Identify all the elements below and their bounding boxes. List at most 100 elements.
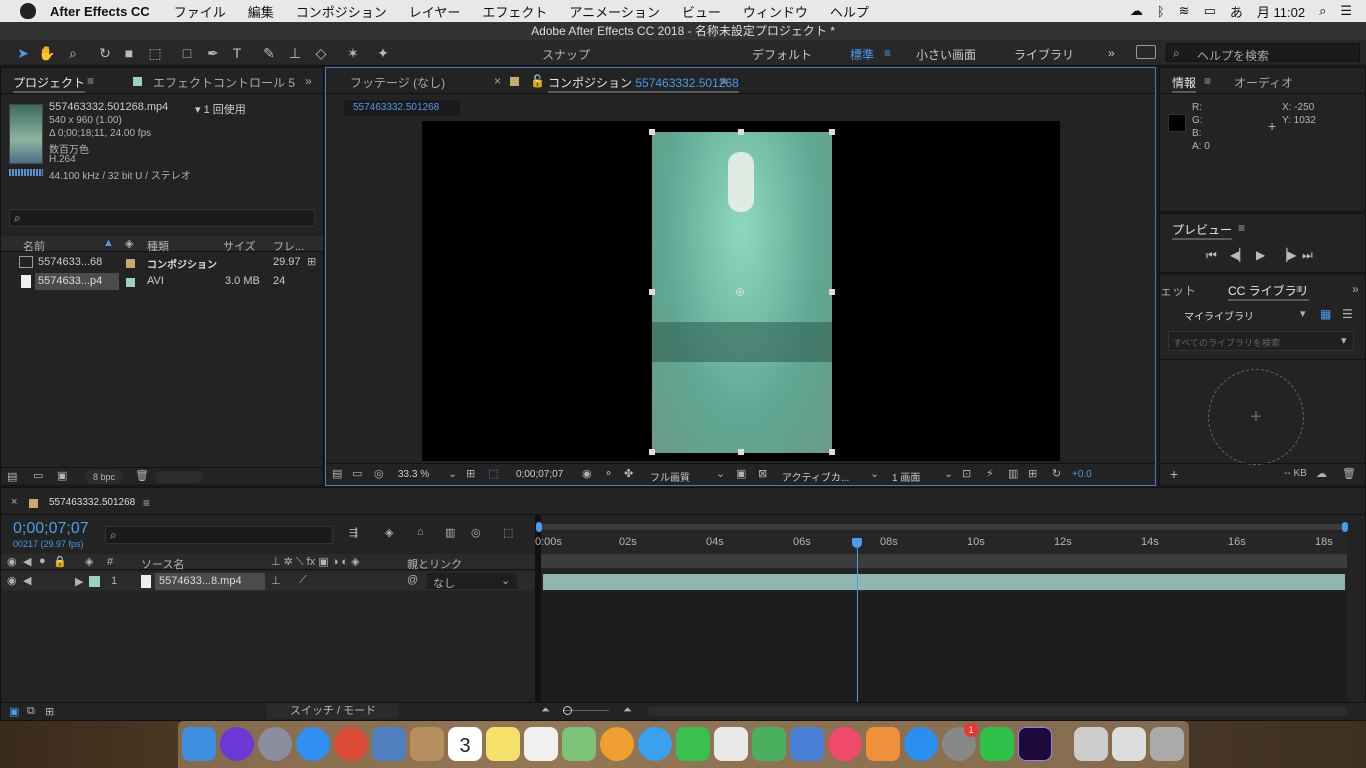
- column-name[interactable]: 名前: [23, 238, 45, 254]
- scanner-icon[interactable]: [1074, 727, 1108, 761]
- bpc-button[interactable]: 8 bpc: [85, 470, 123, 484]
- workspace-libraries[interactable]: ライブラリ: [1014, 46, 1074, 63]
- notification-center-icon[interactable]: ☰: [1340, 3, 1352, 19]
- wifi-icon[interactable]: ≋: [1179, 3, 1190, 19]
- trash-icon[interactable]: 🗑: [1342, 467, 1356, 480]
- close-tab-icon[interactable]: ×: [11, 496, 17, 508]
- quality-switch-icon[interactable]: ⟋: [299, 574, 307, 587]
- zoom-slider[interactable]: [563, 706, 609, 716]
- workspace-overflow-icon[interactable]: »: [1108, 46, 1115, 60]
- chevron-down-icon[interactable]: ⌄: [944, 467, 953, 480]
- tab-effects-presets[interactable]: ェット: [1160, 282, 1196, 299]
- project-row-footage[interactable]: 5574633...p4 AVI 3.0 MB 24: [1, 273, 323, 292]
- resolution-dropdown[interactable]: フル画質: [650, 469, 690, 484]
- grid-guides-icon[interactable]: ⊞: [466, 467, 475, 480]
- monitor-icon[interactable]: ▭: [352, 467, 362, 480]
- frame-blending-icon[interactable]: ▥: [445, 526, 455, 539]
- selection-tool-icon[interactable]: ➤: [14, 44, 32, 62]
- comp-navigator-chip[interactable]: 557463332.501268: [344, 100, 460, 116]
- timeline-search-input[interactable]: ⌕: [105, 526, 333, 544]
- brush-tool-icon[interactable]: ✎: [260, 44, 278, 62]
- apple-icon[interactable]: [20, 3, 36, 19]
- sort-ascending-icon[interactable]: ▲: [103, 237, 114, 249]
- workspace-default[interactable]: デフォルト: [752, 46, 812, 63]
- timeline-comp-tab[interactable]: 557463332.501268: [49, 497, 135, 508]
- zoom-tool-icon[interactable]: ⌕: [64, 44, 82, 62]
- tab-info[interactable]: 情報: [1172, 74, 1197, 93]
- menu-effect[interactable]: エフェクト: [482, 2, 547, 21]
- toggle-transparency-icon[interactable]: ⊠: [758, 467, 767, 480]
- itunes-icon[interactable]: [828, 727, 862, 761]
- menu-edit[interactable]: 編集: [248, 2, 274, 21]
- anchor-point-icon[interactable]: ⊕: [735, 285, 745, 299]
- project-search-input[interactable]: ⌕: [9, 209, 315, 227]
- rectangle-tool-icon[interactable]: □: [178, 44, 196, 62]
- label-column-icon[interactable]: ◈: [125, 237, 133, 250]
- transform-handle[interactable]: [649, 449, 655, 455]
- transform-handle[interactable]: [738, 449, 744, 455]
- fast-previews-icon[interactable]: ⚡: [986, 467, 994, 480]
- playhead-handle[interactable]: [852, 538, 862, 548]
- video-visible-icon[interactable]: ◉: [7, 574, 17, 587]
- transform-handle[interactable]: [738, 129, 744, 135]
- add-asset-icon[interactable]: +: [1208, 369, 1304, 465]
- after-effects-icon[interactable]: [1018, 727, 1052, 761]
- library-dropdown[interactable]: マイライブラリ ▾: [1168, 305, 1316, 323]
- reset-exposure-icon[interactable]: ↻: [1052, 467, 1061, 480]
- chevron-down-icon[interactable]: ⌄: [448, 467, 457, 480]
- timeline-menu-icon[interactable]: ≡: [143, 496, 150, 510]
- line-icon[interactable]: [980, 727, 1014, 761]
- roto-brush-tool-icon[interactable]: ✶: [344, 44, 362, 62]
- exposure-value[interactable]: +0.0: [1072, 469, 1092, 480]
- pages-icon[interactable]: [714, 727, 748, 761]
- thumbnail-slider[interactable]: [155, 471, 203, 483]
- footage-usage[interactable]: ▾ 1 回使用: [195, 101, 246, 117]
- facetime-icon[interactable]: [676, 727, 710, 761]
- pan-behind-tool-icon[interactable]: ⬚: [146, 44, 164, 62]
- layer-duration-bar[interactable]: [543, 574, 1345, 590]
- viewer-timecode[interactable]: 0;00;07;07: [516, 469, 563, 480]
- in-out-toggle-icon[interactable]: ⊞: [45, 705, 54, 718]
- list-view-icon[interactable]: ☰: [1342, 307, 1353, 321]
- trash-icon[interactable]: 🗑: [135, 469, 149, 482]
- view-layout-dropdown[interactable]: 1 画面: [892, 469, 920, 484]
- work-area-end-handle[interactable]: [1342, 522, 1348, 532]
- region-of-interest-icon[interactable]: ▣: [736, 467, 746, 480]
- share-view-icon[interactable]: ⊡: [962, 467, 971, 480]
- label-column-icon[interactable]: ◈: [85, 555, 93, 568]
- ime-indicator[interactable]: あ: [1230, 2, 1243, 21]
- transform-handle[interactable]: [649, 289, 655, 295]
- comp-mini-flowchart-icon[interactable]: ⇶: [349, 526, 358, 539]
- tab-composition[interactable]: コンポジション 557463332.501268: [548, 74, 739, 93]
- transform-handle[interactable]: [829, 129, 835, 135]
- maps-icon[interactable]: [562, 727, 596, 761]
- column-number[interactable]: #: [107, 556, 113, 568]
- layer-label-color[interactable]: [89, 576, 100, 587]
- app-store-icon[interactable]: [904, 727, 938, 761]
- cc-sync-icon[interactable]: ☁: [1316, 467, 1327, 480]
- menu-animation[interactable]: アニメーション: [569, 2, 659, 21]
- keynote-icon[interactable]: [790, 727, 824, 761]
- close-tab-icon[interactable]: ×: [494, 74, 501, 88]
- reminders-icon[interactable]: [524, 727, 558, 761]
- siri-icon[interactable]: [220, 727, 254, 761]
- contacts-icon[interactable]: [410, 727, 444, 761]
- info-menu-icon[interactable]: ≡: [1204, 74, 1211, 88]
- workspace-small-screen[interactable]: 小さい画面: [916, 46, 976, 63]
- transparency-grid-icon[interactable]: ⬚: [488, 467, 498, 480]
- tab-footage[interactable]: フッテージ (なし): [350, 74, 445, 91]
- ibooks-icon[interactable]: [866, 727, 900, 761]
- shy-switch-icon[interactable]: ⊥: [271, 574, 281, 587]
- last-frame-icon[interactable]: ⏭: [1302, 248, 1313, 263]
- first-frame-icon[interactable]: ⏮: [1206, 248, 1217, 263]
- previous-frame-icon[interactable]: ◀▏: [1230, 248, 1248, 262]
- menu-file[interactable]: ファイル: [174, 2, 226, 21]
- documents-stack-icon[interactable]: [1112, 727, 1146, 761]
- clone-stamp-tool-icon[interactable]: ⊥: [286, 44, 304, 62]
- preview-menu-icon[interactable]: ≡: [1238, 221, 1245, 235]
- solo-switch-icon[interactable]: ●: [39, 555, 46, 567]
- app-menu[interactable]: After Effects CC: [50, 4, 150, 19]
- audio-enabled-icon[interactable]: ◀: [23, 574, 31, 587]
- always-preview-icon[interactable]: ▤: [332, 467, 342, 480]
- rotate-tool-icon[interactable]: ↻: [96, 44, 114, 62]
